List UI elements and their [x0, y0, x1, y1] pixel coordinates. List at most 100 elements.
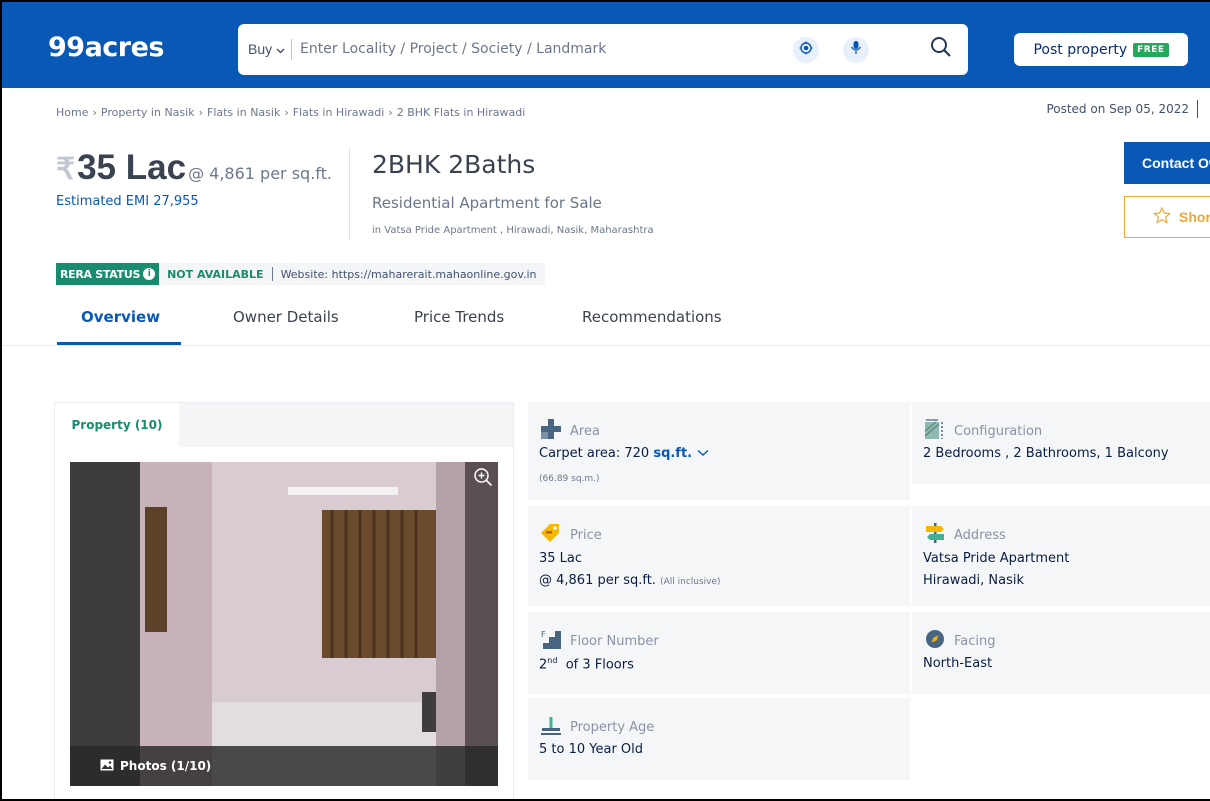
- breadcrumb-item[interactable]: Property in Nasik: [101, 106, 195, 119]
- breadcrumb-separator: ›: [284, 106, 289, 119]
- estimated-emi-link[interactable]: Estimated EMI 27,955: [56, 194, 199, 209]
- detail-floor: F Floor Number 2nd of 3 Floors: [528, 612, 910, 694]
- active-tab-indicator: [57, 342, 181, 345]
- area-unit-dropdown[interactable]: sq.ft.: [653, 446, 709, 461]
- price-label: Price: [570, 528, 602, 543]
- signpost-icon: [924, 522, 946, 544]
- breadcrumb-item[interactable]: Home: [56, 106, 88, 119]
- gallery-tabs: Property (10): [55, 403, 513, 447]
- contact-owner-button[interactable]: Contact Owner: [1124, 142, 1210, 184]
- listing-location: in Vatsa Pride Apartment , Hirawadi, Nas…: [372, 225, 654, 236]
- area-unit-label: sq.ft.: [653, 446, 693, 461]
- tab-property-photos[interactable]: Property (10): [55, 403, 179, 447]
- price-per-sqft: @ 4,861 per sq.ft.: [188, 164, 332, 183]
- posted-date-area: Posted on Sep 05, 2022: [1046, 100, 1198, 118]
- floor-stairs-icon: F: [540, 628, 562, 650]
- chevron-down-icon: [276, 41, 285, 57]
- voice-search-button[interactable]: [843, 37, 869, 63]
- search-bar: Buy: [238, 24, 968, 75]
- star-icon: [1152, 206, 1172, 227]
- price-note: (All inclusive): [660, 577, 721, 587]
- detail-address: Address Vatsa Pride Apartment Hirawadi, …: [912, 506, 1210, 606]
- rupee-icon: ₹: [56, 153, 76, 186]
- area-sqm: (66.89 sq.m.): [539, 474, 600, 484]
- rera-status-label: RERA STATUS: [60, 267, 141, 281]
- tab-price-trends[interactable]: Price Trends: [414, 308, 504, 326]
- location-target-button[interactable]: [793, 37, 819, 63]
- section-tabs: Overview Owner Details Price Trends Reco…: [2, 298, 1210, 346]
- rera-status-value: NOT AVAILABLE: [159, 263, 272, 285]
- search-type-dropdown[interactable]: Buy: [248, 41, 285, 57]
- detail-property-age: Property Age 5 to 10 Year Old: [528, 698, 910, 780]
- search-input[interactable]: [300, 35, 770, 63]
- photos-counter: Photos (1/10): [120, 759, 212, 773]
- listing-subtitle: Residential Apartment for Sale: [372, 194, 602, 212]
- configuration-label: Configuration: [954, 424, 1043, 439]
- area-label: Area: [570, 424, 600, 439]
- breadcrumb-separator: ›: [388, 106, 393, 119]
- location-target-icon: [799, 41, 813, 60]
- address-line2: Hirawadi, Nasik: [923, 573, 1025, 588]
- listing-title: 2BHK 2Baths: [372, 150, 536, 179]
- breadcrumb-separator: ›: [198, 106, 203, 119]
- post-property-button[interactable]: Post property FREE: [1014, 33, 1188, 66]
- price-per-row: @ 4,861 per sq.ft. (All inclusive): [539, 573, 721, 588]
- price-amount: 35 Lac: [77, 148, 187, 187]
- site-logo[interactable]: 99acres: [48, 32, 165, 63]
- search-icon: [930, 36, 952, 63]
- property-age-icon: [540, 714, 562, 736]
- info-icon[interactable]: i: [143, 268, 156, 280]
- floor-total: of 3 Floors: [565, 657, 634, 673]
- floor-label: Floor Number: [570, 634, 659, 649]
- free-badge: FREE: [1133, 42, 1169, 57]
- tab-overview[interactable]: Overview: [81, 308, 160, 326]
- tab-owner-details[interactable]: Owner Details: [233, 308, 339, 326]
- price-tag-icon: [540, 522, 562, 544]
- floor-value-row: 2nd of 3 Floors: [539, 656, 634, 672]
- header-vertical-divider: [349, 148, 350, 240]
- configuration-icon: [924, 418, 946, 440]
- chevron-down-icon: [697, 446, 709, 461]
- detail-facing: Facing North-East: [912, 612, 1210, 694]
- svg-text:F: F: [541, 630, 546, 639]
- address-line1: Vatsa Pride Apartment: [923, 551, 1070, 566]
- property-age-label: Property Age: [570, 720, 655, 735]
- rera-website: Website: https://maharerait.mahaonline.g…: [272, 263, 545, 285]
- price-value: 35 Lac: [539, 551, 583, 566]
- breadcrumb-item[interactable]: 2 BHK Flats in Hirawadi: [397, 106, 526, 119]
- breadcrumb: Home › Property in Nasik › Flats in Nasik ›…: [56, 106, 525, 119]
- area-value-row: Carpet area: 720 sq.ft.: [539, 446, 709, 461]
- compass-icon: [924, 628, 946, 650]
- search-type-label: Buy: [248, 41, 273, 57]
- page-frame: 99acres Buy Enter Locality / Project / S…: [0, 0, 1210, 801]
- detail-price: Price 35 Lac @ 4,861 per sq.ft. (All inc…: [528, 506, 910, 606]
- search-type-divider: [291, 39, 292, 60]
- zoom-in-icon: [473, 467, 493, 492]
- price-per-sqft-detail: @ 4,861 per sq.ft.: [539, 573, 656, 588]
- facing-value: North-East: [923, 656, 993, 671]
- property-age-value: 5 to 10 Year Old: [539, 742, 644, 757]
- breadcrumb-item[interactable]: Flats in Nasik: [207, 106, 280, 119]
- detail-configuration: Configuration 2 Bedrooms , 2 Bathrooms, …: [912, 402, 1210, 484]
- contact-owner-label: Contact Owner: [1142, 155, 1210, 171]
- zoom-button[interactable]: [470, 466, 496, 492]
- microphone-icon: [850, 40, 862, 60]
- posted-divider: [1197, 100, 1198, 118]
- image-icon: [100, 759, 114, 774]
- breadcrumb-item[interactable]: Flats in Hirawadi: [293, 106, 385, 119]
- shortlist-button[interactable]: Shortlist: [1124, 196, 1210, 238]
- floor-suffix: nd: [547, 656, 558, 665]
- rera-status-row: RERA STATUS i NOT AVAILABLE Website: htt…: [56, 263, 545, 285]
- photo-gallery: Property (10) Photos (1/10): [54, 402, 514, 799]
- photos-counter-bar[interactable]: Photos (1/10): [70, 746, 498, 786]
- posted-date: Posted on Sep 05, 2022: [1046, 102, 1189, 116]
- area-value: Carpet area: 720: [539, 446, 650, 461]
- configuration-value: 2 Bedrooms , 2 Bathrooms, 1 Balcony: [923, 446, 1169, 461]
- search-button[interactable]: [926, 34, 956, 64]
- top-navbar: 99acres Buy Enter Locality / Project / S…: [2, 2, 1210, 88]
- post-property-label: Post property: [1033, 41, 1128, 58]
- area-icon: [540, 418, 562, 440]
- detail-area: Area Carpet area: 720 sq.ft. (66.89 sq.m…: [528, 402, 910, 500]
- tab-recommendations[interactable]: Recommendations: [582, 308, 722, 326]
- property-photo[interactable]: Photos (1/10): [70, 462, 498, 786]
